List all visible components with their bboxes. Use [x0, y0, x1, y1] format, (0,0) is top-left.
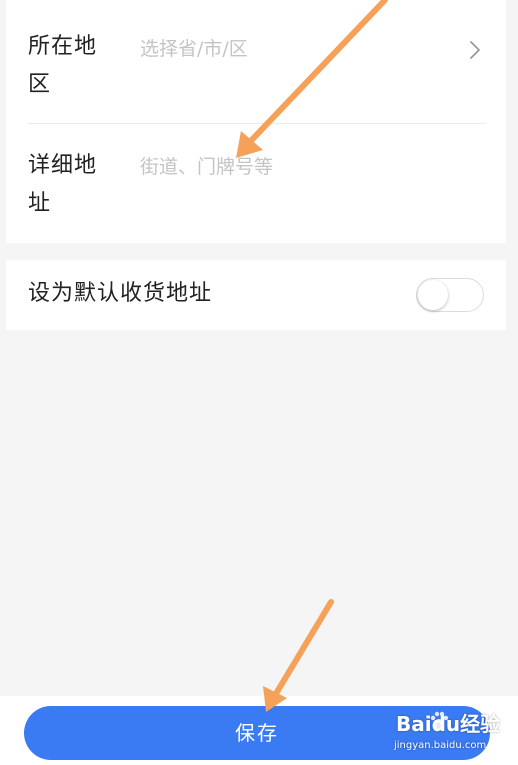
region-row[interactable]: 所在地区 选择省/市/区	[6, 0, 506, 124]
default-address-toggle[interactable]	[416, 278, 484, 312]
detail-address-input[interactable]	[140, 154, 460, 180]
default-address-label: 设为默认收货地址	[28, 281, 213, 306]
toggle-knob	[418, 280, 448, 310]
detail-label: 详细地址	[28, 153, 98, 216]
detail-row[interactable]: 详细地址	[6, 124, 506, 243]
address-form: 所在地区 选择省/市/区 详细地址	[6, 0, 506, 243]
region-placeholder[interactable]: 选择省/市/区	[140, 36, 460, 62]
default-address-row: 设为默认收货地址	[6, 260, 506, 330]
region-label: 所在地区	[28, 34, 98, 97]
save-button[interactable]: 保存	[24, 706, 490, 760]
chevron-right-icon	[470, 41, 480, 59]
